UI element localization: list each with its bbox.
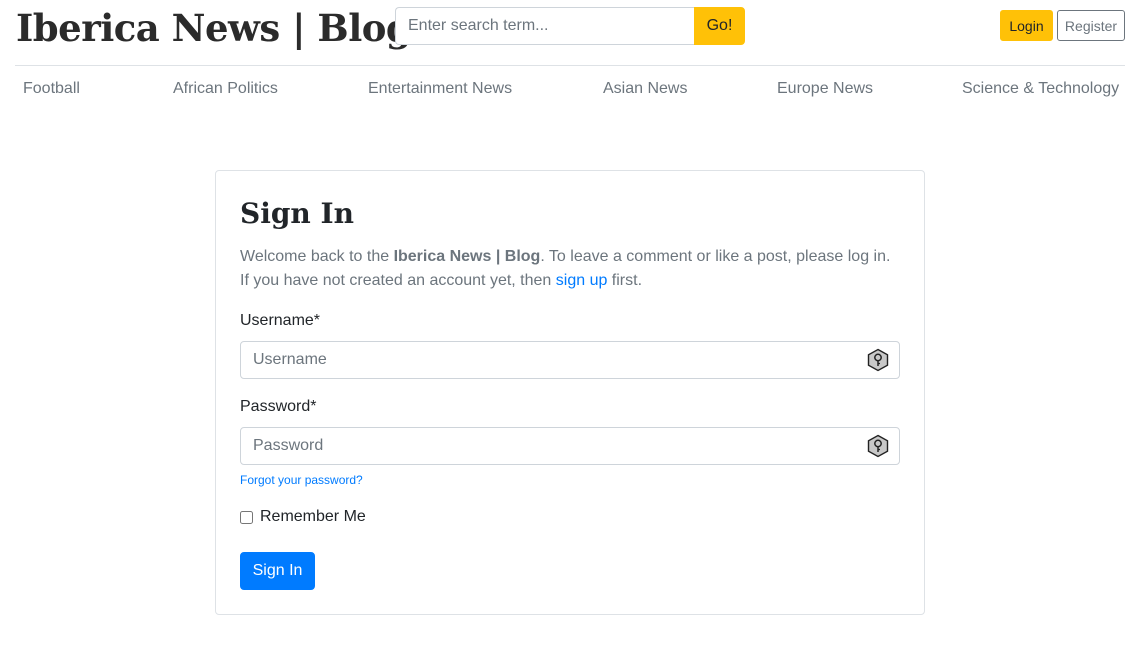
nav-item-asian-news[interactable]: Asian News	[603, 80, 687, 98]
remember-me[interactable]: Remember Me	[240, 508, 366, 526]
password-input[interactable]	[240, 427, 900, 465]
nav-item-entertainment-news[interactable]: Entertainment News	[368, 80, 512, 98]
key-icon[interactable]	[866, 348, 890, 372]
remember-me-checkbox[interactable]	[240, 510, 253, 524]
username-input[interactable]	[240, 341, 900, 379]
login-button[interactable]: Login	[1000, 10, 1053, 41]
signin-title: Sign In	[240, 197, 354, 230]
signin-button[interactable]: Sign In	[240, 552, 315, 590]
nav-item-science-technology[interactable]: Science & Technology	[962, 80, 1119, 98]
nav-item-europe-news[interactable]: Europe News	[777, 80, 873, 98]
password-label: Password*	[240, 398, 317, 415]
search-button[interactable]: Go!	[694, 7, 745, 45]
intro-brand: Iberica News | Blog	[393, 248, 541, 265]
remember-me-label: Remember Me	[260, 508, 366, 525]
nav-item-african-politics[interactable]: African Politics	[173, 80, 278, 98]
header-divider	[15, 65, 1125, 66]
category-nav: Football African Politics Entertainment …	[0, 76, 1140, 106]
username-label: Username*	[240, 312, 321, 329]
signin-intro: Welcome back to the Iberica News | Blog.…	[240, 245, 902, 293]
key-icon[interactable]	[866, 434, 890, 458]
auth-buttons: Login Register	[1000, 10, 1125, 41]
username-field-group	[240, 341, 900, 379]
search-input[interactable]	[395, 7, 694, 45]
nav-item-football[interactable]: Football	[23, 80, 80, 98]
site-brand[interactable]: Iberica News | Blog	[16, 2, 412, 54]
register-button[interactable]: Register	[1057, 10, 1125, 41]
search-bar: Go!	[395, 7, 745, 45]
site-header: Iberica News | Blog Go! Login Register	[0, 0, 1140, 66]
password-field-group	[240, 427, 900, 465]
signin-card: Sign In Welcome back to the Iberica News…	[215, 170, 925, 615]
forgot-password-link[interactable]: Forgot your password?	[240, 473, 363, 487]
intro-text-end: first.	[607, 272, 643, 289]
intro-text-start: Welcome back to the	[240, 248, 394, 265]
signup-link[interactable]: sign up	[556, 272, 608, 289]
